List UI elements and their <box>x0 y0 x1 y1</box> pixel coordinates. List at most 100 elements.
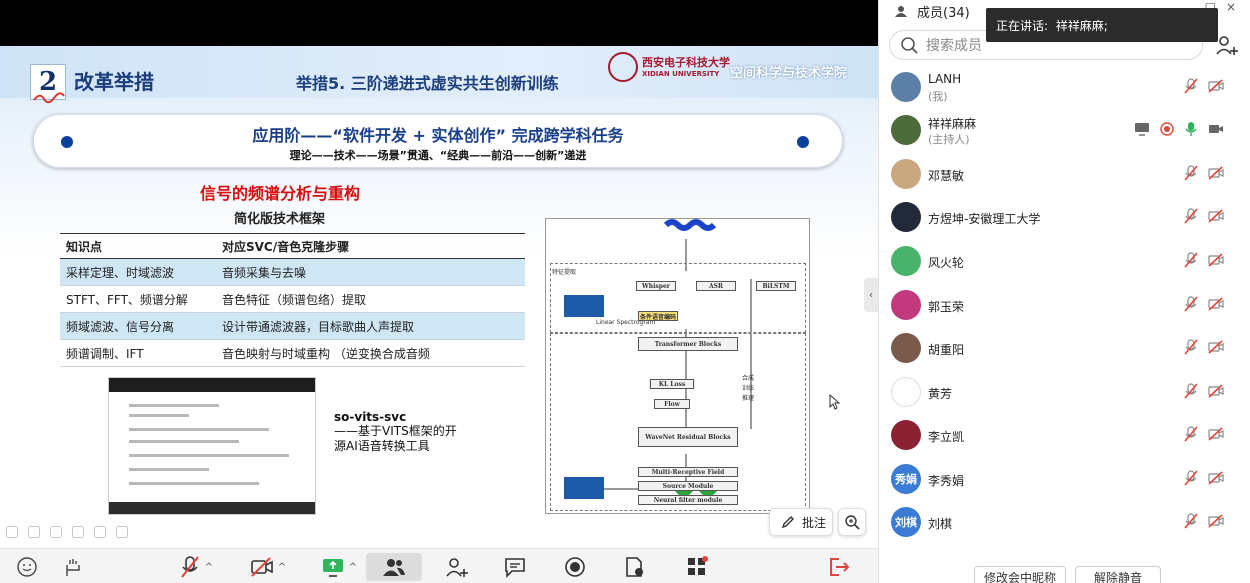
speaking-label: 正在讲话: <box>996 18 1049 33</box>
video-button[interactable]: ^ <box>244 553 292 581</box>
recording-icon <box>1160 122 1174 136</box>
member-status-icons <box>1184 339 1224 355</box>
video-off-icon <box>1208 340 1224 354</box>
mic-muted-icon <box>181 556 199 578</box>
screenshot-line <box>129 482 259 485</box>
apps-button[interactable] <box>620 553 650 581</box>
member-row[interactable]: 方煜坤-安徽理工大学 <box>878 196 1250 239</box>
table-cell: 音频采集与去噪 <box>216 258 525 286</box>
table-cell: 音色特征（频谱包络）提取 <box>216 285 525 313</box>
zoom-button[interactable] <box>838 508 866 536</box>
diagram-node: Whisper <box>636 281 676 291</box>
diagram-node: Source Module <box>638 481 738 491</box>
mic-muted-icon <box>1184 383 1198 399</box>
shared-screen: 2 改革举措 举措5. 三阶递进式虚实共生创新训练 西安电子科技大学 XIDIA… <box>0 0 878 548</box>
chat-button[interactable] <box>500 553 530 581</box>
diagram-legend: 推理 <box>742 395 755 402</box>
member-row[interactable]: 风火轮 <box>878 240 1250 283</box>
slide-tool-icon[interactable] <box>94 526 106 538</box>
table-cell: 设计带通滤波器，目标歌曲人声提取 <box>216 312 525 340</box>
video-off-icon <box>1208 427 1224 441</box>
video-off-icon <box>1208 253 1224 267</box>
screenshot-line <box>129 468 209 471</box>
diagram-node: Multi-Receptive Field <box>638 467 738 477</box>
video-off-icon <box>1208 79 1224 93</box>
diagram-node-highlight: 条件语音编码 <box>638 311 678 321</box>
avatar <box>891 333 921 363</box>
mic-muted-icon <box>1184 296 1198 312</box>
member-status-icons <box>1184 383 1224 399</box>
avatar <box>891 377 921 407</box>
table-row: STFT、FFT、频谱分解 音色特征（频谱包络）提取 <box>60 285 525 313</box>
member-row[interactable]: 秀娟 李秀娟 <box>878 458 1250 501</box>
emoji-button[interactable] <box>14 553 40 581</box>
member-status-icons <box>1134 121 1224 137</box>
slide-tool-icon[interactable] <box>50 526 62 538</box>
diagram-node: Neural filter module <box>638 495 738 505</box>
member-name: 邓慧敏 <box>928 169 965 183</box>
record-button[interactable] <box>560 553 590 581</box>
banner-pill: 应用阶——“软件开发 + 实体创作” 完成跨学科任务 理论——技术——场景”贯通… <box>33 114 843 168</box>
university-name-cn: 西安电子科技大学 <box>642 56 730 69</box>
member-name: 胡重阳 <box>928 343 965 357</box>
leave-meeting-button[interactable] <box>824 553 854 581</box>
avatar: 秀娟 <box>891 464 921 494</box>
slide-toolbar <box>6 526 128 540</box>
member-status-icons <box>1184 470 1224 486</box>
screenshot-line <box>129 404 219 407</box>
mute-button[interactable]: ^ <box>174 553 218 581</box>
member-row[interactable]: 祥祥麻麻 (主持人) <box>878 109 1250 152</box>
unmute-all-button[interactable]: 解除静音 <box>1075 566 1161 583</box>
school-name: 空间科学与技术学院 <box>730 66 848 81</box>
screenshot-line <box>129 454 289 457</box>
rename-button[interactable]: 修改会中昵称 <box>974 566 1066 583</box>
screenshot-line <box>129 428 269 431</box>
screen-top-bar <box>0 0 878 46</box>
member-role: (主持人) <box>928 133 970 146</box>
diagram-node: ASR <box>696 281 736 291</box>
panel-title: 成员(34) <box>917 5 970 21</box>
member-row[interactable]: LANH (我) <box>878 66 1250 109</box>
table-cell: 采样定理、时域滤波 <box>60 258 216 286</box>
avatar <box>891 115 921 145</box>
slide-tool-icon[interactable] <box>116 526 128 538</box>
member-row[interactable]: 刘棋 刘棋 <box>878 501 1250 544</box>
member-row[interactable]: 胡重阳 <box>878 327 1250 370</box>
chevron-up-icon[interactable]: ^ <box>205 562 213 573</box>
member-row[interactable]: 邓慧敏 <box>878 153 1250 196</box>
document-settings-icon <box>626 557 643 577</box>
avatar <box>891 420 921 450</box>
mic-muted-icon <box>1184 513 1198 529</box>
member-row[interactable]: 郭玉荣 <box>878 284 1250 327</box>
more-apps-button[interactable] <box>682 553 712 581</box>
table-cell: 频谱调制、IFT <box>60 339 216 367</box>
invite-button[interactable] <box>442 553 472 581</box>
video-off-icon <box>1208 297 1224 311</box>
table-cell: 音色映射与时域重构 （逆变换合成音频 <box>216 339 525 367</box>
members-button[interactable] <box>366 553 422 581</box>
collapse-panel-handle[interactable]: ‹ <box>864 278 878 312</box>
diagram-node: Flow <box>654 399 690 409</box>
member-name: 李秀娟 <box>928 474 965 488</box>
screenshot-titlebar <box>109 378 315 392</box>
grid-icon <box>688 556 708 575</box>
chevron-up-icon[interactable]: ^ <box>278 562 286 573</box>
member-row[interactable]: 黄芳 <box>878 371 1250 414</box>
raise-hand-button[interactable] <box>56 553 88 581</box>
banner-line2: 理论——技术——场景”贯通、“经典——前沿——创新”递进 <box>289 149 587 162</box>
avatar <box>891 72 921 102</box>
member-name: 风火轮 <box>928 256 965 270</box>
member-status-icons <box>1184 513 1224 529</box>
slide-tool-icon[interactable] <box>6 526 18 538</box>
annotate-button[interactable]: 批注 <box>769 508 833 536</box>
table-row: 频域滤波、信号分离 设计带通滤波器，目标歌曲人声提取 <box>60 312 525 340</box>
chevron-up-icon[interactable]: ^ <box>349 562 357 573</box>
share-screen-button[interactable]: ^ <box>314 553 364 581</box>
member-row[interactable]: 李立凯 <box>878 414 1250 457</box>
slide-tool-icon[interactable] <box>28 526 40 538</box>
close-icon[interactable]: × <box>1226 0 1236 14</box>
slide-tool-icon[interactable] <box>72 526 84 538</box>
chevron-left-icon: ‹ <box>869 289 873 301</box>
member-name: 黄芳 <box>928 387 953 401</box>
measure-title: 举措5. 三阶递进式虚实共生创新训练 <box>296 74 559 93</box>
